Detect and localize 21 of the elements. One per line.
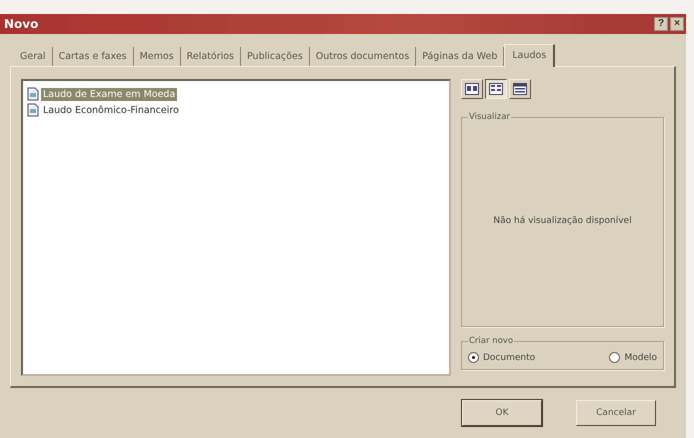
cancel-button[interactable]: Cancelar [576,400,656,426]
group-label: Criar novo [468,336,514,346]
large-icons-icon [465,83,479,95]
view-button[interactable] [485,79,507,99]
list-view-icon [489,83,503,95]
group-label: Visualizar [468,112,511,122]
radio-button[interactable] [609,352,620,363]
template-item[interactable]: Laudo Econômico-Financeiro [41,104,181,116]
radio-label[interactable]: Modelo [624,352,657,362]
tab[interactable]: Laudos [504,44,556,67]
document-icon [27,87,39,101]
template-item[interactable]: Laudo de Exame em Moeda [41,88,178,100]
ok-button[interactable]: OK [462,400,542,426]
close-button[interactable]: × [670,17,684,31]
details-view-icon [513,83,527,95]
help-button[interactable]: ? [654,17,668,31]
radio-label[interactable]: Documento [483,352,536,362]
preview-message: Não há visualização disponível [493,216,632,226]
document-icon [27,103,39,117]
window-title: Novo [4,17,38,31]
radio-button[interactable] [468,352,479,363]
